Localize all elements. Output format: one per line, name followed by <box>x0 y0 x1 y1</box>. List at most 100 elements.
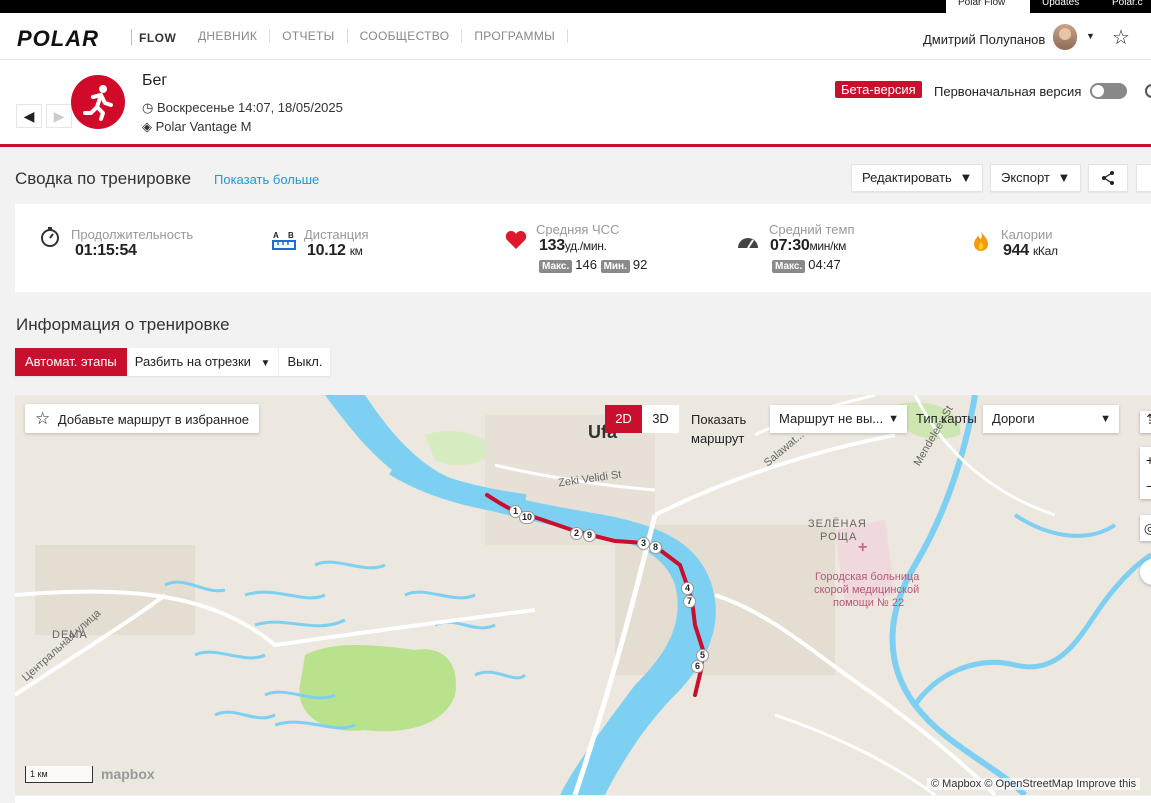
sport-title: Бег <box>142 72 168 89</box>
user-name[interactable]: Дмитрий Полупанов <box>923 32 1045 47</box>
beta-badge: Бета-версия <box>835 81 922 98</box>
hr-min-value: 92 <box>632 257 648 272</box>
delete-button-partial[interactable] <box>1136 164 1151 192</box>
add-favorite-label: Добавьте маршрут в избранное <box>57 412 250 427</box>
hr-unit: уд./мин. <box>564 239 607 253</box>
bottom-panel-edge <box>15 796 1151 803</box>
locate-icon[interactable]: ◎ <box>1140 515 1151 541</box>
polar-logo[interactable]: POLAR <box>17 26 99 52</box>
hr-max-tag: Макс. <box>539 260 573 273</box>
top-tab-updates[interactable]: Updates <box>1030 0 1100 13</box>
user-menu-caret-icon[interactable]: ▼ <box>1086 31 1095 41</box>
nav-programs[interactable]: ПРОГРАММЫ <box>462 29 569 43</box>
lap-marker-6[interactable]: 6 <box>691 660 704 673</box>
calories-value: 944 <box>1003 242 1029 259</box>
add-favorite-route-button[interactable]: ☆ Добавьте маршрут в избранное <box>25 404 260 433</box>
split-segments-dropdown[interactable]: Разбить на отрезки ▼ <box>127 348 279 376</box>
heart-icon <box>505 230 527 255</box>
lap-marker-8[interactable]: 8 <box>649 541 662 554</box>
calories-flame-icon <box>972 230 990 257</box>
map-type-label: Тип карты <box>916 411 977 426</box>
lap-marker-10[interactable]: 10 <box>519 511 535 524</box>
favorites-star-icon[interactable]: ☆ <box>1112 25 1130 50</box>
star-outline-icon: ☆ <box>35 409 51 428</box>
duration-icon <box>39 226 61 253</box>
duration-value: 01:15:54 <box>75 242 137 259</box>
map-scale: 1 км <box>25 766 93 783</box>
duration-stat: Продолжительность 01:15:54 <box>71 227 193 260</box>
hr-min-tag: Мин. <box>600 260 630 273</box>
top-tab-polar-flow[interactable]: Polar Flow <box>946 0 1030 13</box>
show-route-line2: маршрут <box>691 431 745 446</box>
compass-icon[interactable]: ⇡ <box>1140 411 1151 433</box>
lap-marker-4[interactable]: 4 <box>681 582 694 595</box>
map-label-hospital-line2: скорой медицинской <box>814 584 920 596</box>
prev-activity-button[interactable]: ◀ <box>16 104 42 128</box>
nav-reports[interactable]: ОТЧЕТЫ <box>270 29 348 43</box>
clock-icon: ◷ <box>142 100 154 115</box>
zoom-in-button[interactable]: + <box>1140 447 1151 473</box>
lap-marker-2[interactable]: 2 <box>570 527 583 540</box>
mapbox-logo[interactable]: mapbox <box>101 766 155 782</box>
map-type-select[interactable]: Дороги ▼ <box>983 405 1119 433</box>
show-more-link[interactable]: Показать больше <box>214 172 319 187</box>
route-select[interactable]: Маршрут не вы... ▼ <box>770 405 907 433</box>
zoom-out-button[interactable]: − <box>1140 473 1151 499</box>
route-map[interactable]: Ufa Zeki Velidi St Salawat... Mendeleev … <box>15 395 1151 795</box>
hr-label: Средняя ЧСС <box>536 222 620 237</box>
activity-date-text: Воскресенье 14:07, 18/05/2025 <box>156 100 343 115</box>
calories-stat: Калории 944 кКал <box>1001 227 1058 260</box>
share-button[interactable] <box>1088 164 1128 192</box>
logo-divider <box>131 29 132 45</box>
activity-device: ◈ Polar Vantage M <box>142 119 252 135</box>
pace-unit: мин/км <box>809 239 847 253</box>
map-canvas <box>15 395 1151 795</box>
svg-text:A: A <box>273 231 279 240</box>
pace-max-value: 04:47 <box>808 257 841 272</box>
training-info-title: Информация о тренировке <box>16 315 230 334</box>
export-caret-icon: ▼ <box>1057 170 1071 185</box>
distance-value: 10.12 <box>307 242 346 259</box>
show-route-label: Показать маршрут <box>691 410 746 448</box>
lap-marker-9[interactable]: 9 <box>583 529 596 542</box>
hr-stat: Средняя ЧСС 133уд./мин. Макс. 146 Мин. 92 <box>536 222 647 273</box>
original-version-toggle[interactable] <box>1090 83 1127 99</box>
summary-stats-panel: Продолжительность 01:15:54 AB Дистанция … <box>15 204 1151 292</box>
pace-label: Средний темп <box>769 222 855 237</box>
map-label-district-2: РОЩА <box>820 531 858 543</box>
map-2d-button[interactable]: 2D <box>605 405 642 433</box>
auto-laps-button[interactable]: Автомат. этапы <box>15 348 127 376</box>
original-version-label: Первоначальная версия <box>934 84 1082 99</box>
distance-label: Дистанция <box>304 227 369 242</box>
flow-label: FLOW <box>139 31 177 45</box>
laps-segmented-control: Автомат. этапы Разбить на отрезки ▼ Выкл… <box>15 348 331 376</box>
next-activity-button[interactable]: ▶ <box>46 104 72 128</box>
show-route-line1: Показать <box>691 412 747 427</box>
hr-value: 133 <box>539 237 565 254</box>
avatar[interactable] <box>1053 24 1077 50</box>
edit-button-label: Редактировать <box>862 170 952 185</box>
map-3d-button[interactable]: 3D <box>642 405 679 433</box>
map-attribution[interactable]: © Mapbox © OpenStreetMap Improve this <box>927 778 1141 790</box>
activity-datetime: ◷ Воскресенье 14:07, 18/05/2025 <box>142 100 343 116</box>
map-label-district-1: ЗЕЛЁНАЯ <box>808 518 867 530</box>
top-tab-polar-com[interactable]: Polar.c <box>1100 0 1151 13</box>
edit-button[interactable]: Редактировать ▼ <box>851 164 984 192</box>
main-nav: ДНЕВНИК ОТЧЕТЫ СООБЩЕСТВО ПРОГРАММЫ <box>186 29 569 43</box>
laps-off-button[interactable]: Выкл. <box>278 348 330 376</box>
map-type-caret-icon: ▼ <box>1100 413 1111 425</box>
summary-title: Сводка по тренировке <box>15 169 192 188</box>
pace-value: 07:30 <box>770 237 810 254</box>
distance-stat: Дистанция 10.12 км <box>304 227 369 260</box>
device-icon: ◈ <box>142 119 152 134</box>
pace-stat: Средний темп 07:30мин/км Макс. 04:47 <box>769 222 854 273</box>
nav-diary[interactable]: ДНЕВНИК <box>186 29 271 43</box>
device-name: Polar Vantage M <box>155 119 252 134</box>
activity-header-accent-line <box>0 144 1151 147</box>
nav-community[interactable]: СООБЩЕСТВО <box>348 29 463 43</box>
pace-gauge-icon <box>736 233 760 254</box>
map-dimension-toggle: 2D 3D <box>605 405 679 433</box>
lap-marker-7[interactable]: 7 <box>683 595 696 608</box>
export-button[interactable]: Экспорт ▼ <box>990 164 1082 192</box>
hr-max-value: 146 <box>575 257 597 272</box>
